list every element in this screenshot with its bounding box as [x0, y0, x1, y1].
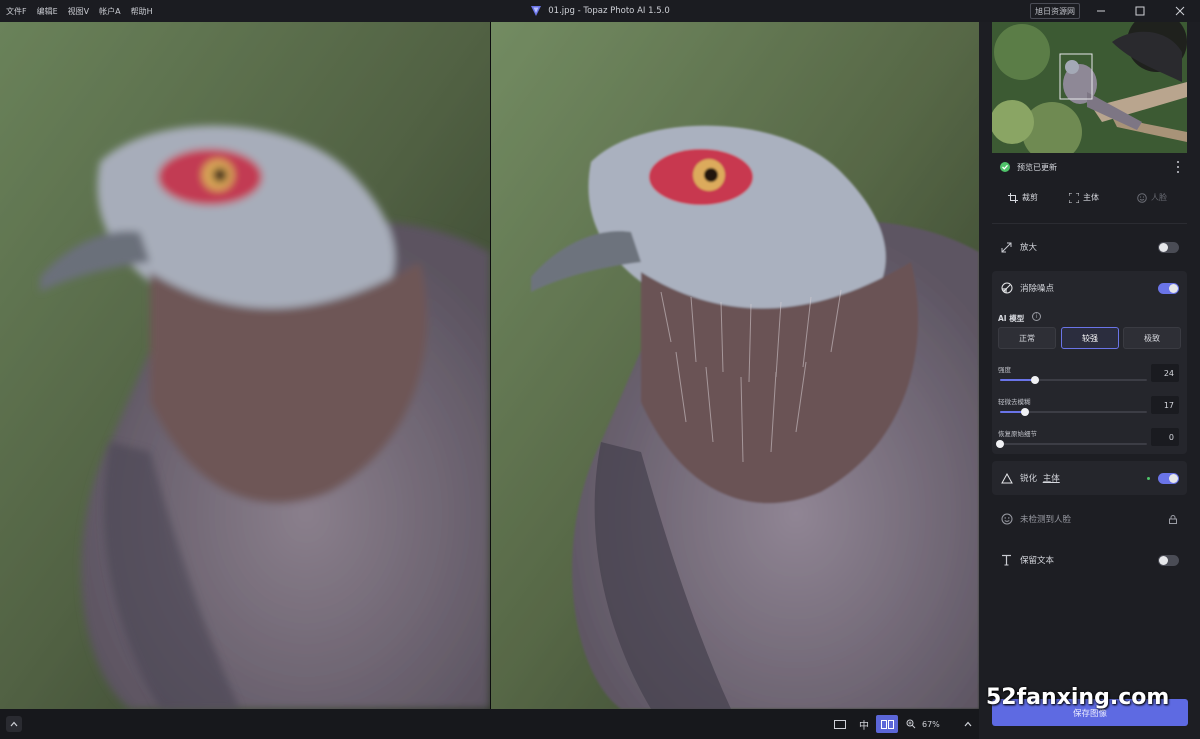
recover-detail-slider[interactable]	[996, 440, 1147, 448]
sharpen-toggle[interactable]	[1158, 472, 1179, 484]
lock-icon	[1169, 514, 1177, 524]
subject-select-icon	[1069, 192, 1079, 203]
preserve-text-row[interactable]: 保留文本	[992, 543, 1187, 577]
title-bar: 文件F 编辑E 视图V 帐户A 帮助H 01.jpg - Topaz Photo…	[0, 0, 1200, 22]
zoom-control[interactable]: 67%	[906, 715, 940, 733]
text-icon	[1000, 554, 1013, 567]
preview-status-row: 预览已更新	[979, 153, 1200, 181]
crop-label: 裁剪	[1022, 193, 1038, 202]
view-side-by-side-button[interactable]	[876, 715, 898, 733]
face-icon	[1000, 513, 1013, 526]
sharpen-label: 锐化 主体	[1020, 472, 1060, 484]
ai-model-label: AI 模型	[998, 314, 1025, 323]
menu-file[interactable]: 文件F	[6, 6, 27, 17]
crop-button[interactable]: 裁剪	[1008, 192, 1038, 203]
minimize-icon	[1097, 10, 1105, 12]
upscale-label: 放大	[1020, 243, 1038, 253]
window-title-text: 01.jpg - Topaz Photo AI 1.5.0	[548, 6, 670, 16]
denoise-toggle[interactable]	[1158, 282, 1179, 294]
subject-button[interactable]: 主体	[1069, 192, 1099, 203]
denoise-icon	[1000, 282, 1013, 295]
maximize-button[interactable]	[1122, 0, 1158, 22]
adjustments-panel: 预览已更新 裁剪 主体 人脸 放大 消除噪点 AI 模型 i 正常 较强 极致 …	[979, 22, 1200, 739]
expand-arrows-icon	[1000, 241, 1013, 254]
expand-filmstrip-button[interactable]	[6, 716, 22, 732]
site-badge: 旭日资源网	[1030, 3, 1080, 19]
window-title: 01.jpg - Topaz Photo AI 1.5.0	[0, 0, 1200, 22]
face-recovery-row: 未检测到人脸	[992, 502, 1187, 536]
upscale-row[interactable]: 放大	[992, 230, 1187, 264]
mode-strong-button[interactable]: 较强	[1061, 327, 1119, 349]
recover-detail-label: 恢复原始细节	[998, 430, 1037, 438]
subject-label: 主体	[1083, 193, 1099, 202]
recover-detail-slider-handle[interactable]	[996, 440, 1004, 448]
processed-pigeon-image	[491, 22, 979, 709]
divider	[992, 223, 1187, 224]
face-recovery-label: 未检测到人脸	[1020, 515, 1072, 525]
strength-slider-handle[interactable]	[1031, 376, 1040, 384]
close-button[interactable]	[1162, 0, 1198, 22]
strength-label: 强度	[998, 366, 1011, 374]
original-image-pane[interactable]	[0, 22, 490, 709]
side-by-side-icon	[880, 719, 894, 729]
sharpen-status-dot	[1147, 476, 1150, 480]
triangle-icon	[1000, 472, 1013, 485]
face-icon	[1137, 192, 1147, 203]
face-label: 人脸	[1151, 193, 1167, 202]
processed-image-pane[interactable]	[491, 22, 979, 709]
zoom-icon	[906, 719, 916, 729]
view-single-button[interactable]	[829, 715, 851, 733]
denoise-label: 消除噪点	[1020, 284, 1055, 294]
check-circle-icon	[1000, 162, 1010, 172]
chevron-up-icon	[10, 721, 18, 727]
close-icon	[1175, 6, 1185, 16]
sharpen-label-text: 锐化	[1020, 474, 1038, 484]
strength-slider-fill	[1000, 379, 1036, 381]
deblur-slider-handle[interactable]	[1020, 408, 1029, 416]
info-icon[interactable]: i	[1032, 312, 1041, 321]
view-split-button[interactable]: 中	[853, 715, 875, 733]
face-button: 人脸	[1137, 192, 1167, 203]
deblur-slider[interactable]	[1000, 408, 1147, 416]
mode-normal-button[interactable]: 正常	[998, 327, 1056, 349]
strength-slider[interactable]	[1000, 376, 1147, 384]
original-pigeon-image	[0, 22, 490, 709]
zoom-level: 67%	[922, 719, 940, 729]
deblur-label: 轻微去模糊	[998, 398, 1031, 406]
menu-view[interactable]: 视图V	[68, 6, 89, 17]
preserve-text-toggle[interactable]	[1158, 554, 1179, 566]
tools-row: 裁剪 主体 人脸	[979, 188, 1200, 212]
preview-status-text: 预览已更新	[1017, 163, 1057, 172]
denoise-header[interactable]: 消除噪点	[992, 271, 1187, 305]
upscale-toggle[interactable]	[1158, 241, 1179, 253]
strength-value[interactable]: 24	[1151, 364, 1179, 382]
topaz-logo-icon	[531, 6, 542, 16]
more-options-icon[interactable]	[1175, 160, 1181, 174]
denoise-settings: AI 模型 i 正常 较强 极致 强度 24 轻微去模糊 17 恢复原始细节 0	[992, 304, 1187, 454]
menu-edit[interactable]: 编辑E	[37, 6, 58, 17]
bottom-toolbar: 中 67%	[0, 709, 979, 739]
single-view-icon	[834, 719, 846, 729]
image-viewport[interactable]	[0, 22, 979, 709]
deblur-value[interactable]: 17	[1151, 396, 1179, 414]
menu-help[interactable]: 帮助H	[131, 6, 153, 17]
menu-bar: 文件F 编辑E 视图V 帐户A 帮助H	[0, 0, 153, 22]
zoom-menu-button[interactable]	[960, 716, 976, 732]
crop-icon	[1008, 192, 1018, 203]
navigator-thumbnail[interactable]	[992, 22, 1187, 153]
sharpen-row[interactable]: 锐化 主体	[992, 461, 1187, 495]
mode-extreme-button[interactable]: 极致	[1123, 327, 1181, 349]
sharpen-target-link[interactable]: 主体	[1043, 474, 1060, 484]
recover-detail-value[interactable]: 0	[1151, 428, 1179, 446]
menu-account[interactable]: 帐户A	[99, 6, 120, 17]
save-image-button[interactable]: 保存图像	[992, 699, 1188, 726]
minimize-button[interactable]	[1083, 0, 1119, 22]
navigator-image	[992, 22, 1187, 153]
maximize-icon	[1135, 6, 1145, 16]
chevron-up-icon	[964, 721, 972, 727]
preserve-text-label: 保留文本	[1020, 556, 1055, 566]
